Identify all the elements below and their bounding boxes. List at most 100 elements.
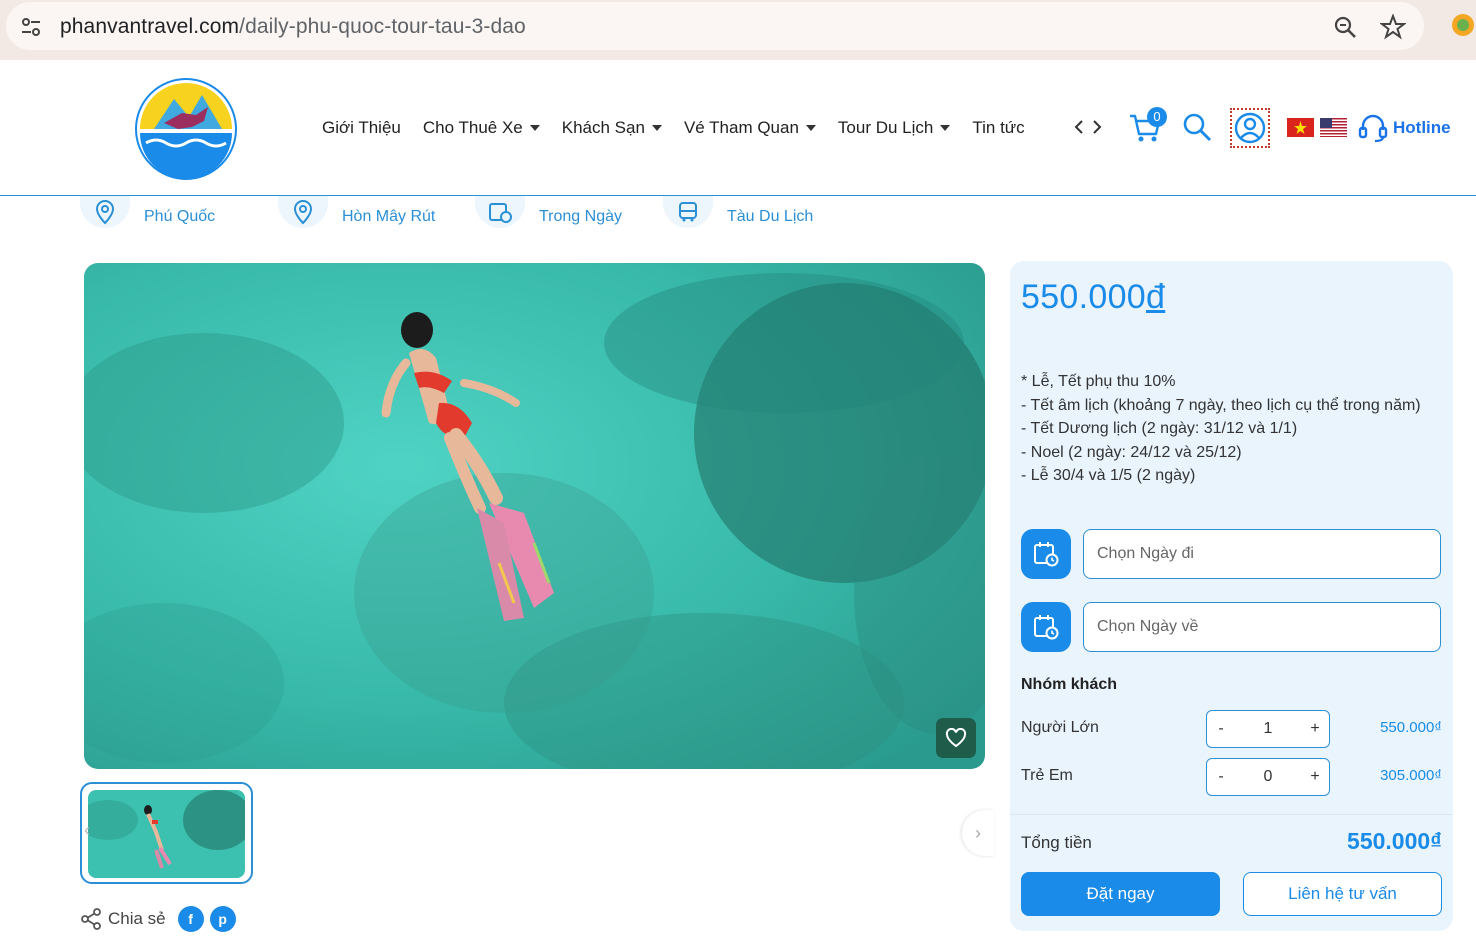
- site-info-icon[interactable]: [20, 16, 42, 38]
- tag-icon-wrap: [80, 196, 130, 228]
- hotline-label: Hotline: [1393, 118, 1451, 137]
- share-row: Chia sẻ f p: [80, 906, 236, 932]
- site-header: Giới Thiệu Cho Thuê Xe Khách Sạn Vé Tham…: [0, 60, 1476, 196]
- nav-item-car-rental[interactable]: Cho Thuê Xe: [423, 118, 540, 138]
- caret-down-icon: [529, 125, 540, 131]
- adult-quantity-stepper: - 1 +: [1206, 710, 1330, 748]
- guest-group-title: Nhóm khách: [1021, 676, 1118, 693]
- tag-transport: Tàu Du Lịch: [663, 196, 813, 228]
- nav-label: Vé Tham Quan: [683, 118, 799, 137]
- bus-icon: [679, 202, 697, 222]
- nav-scroll-arrows-icon[interactable]: [1072, 116, 1104, 138]
- price-value: 550.000: [1021, 278, 1147, 316]
- depart-date-row: Chọn Ngày đi: [1021, 529, 1441, 579]
- tag-label: Tàu Du Lịch: [727, 208, 814, 225]
- extension-icon[interactable]: [1450, 12, 1476, 38]
- price-currency: đ: [1146, 278, 1166, 316]
- quantity-value[interactable]: 0: [1227, 768, 1309, 786]
- vietnamese-flag-icon[interactable]: [1287, 118, 1314, 137]
- total-value: 550.000₫: [1347, 828, 1442, 854]
- adult-price: 550.000₫: [1380, 719, 1442, 736]
- nav-item-tours[interactable]: Tour Du Lịch: [837, 118, 951, 138]
- nav-item-about[interactable]: Giới Thiệu: [322, 118, 401, 138]
- caret-down-icon: [940, 125, 951, 131]
- contact-advice-button[interactable]: Liên hệ tư vấn: [1243, 872, 1442, 916]
- location-pin-icon: [293, 199, 313, 225]
- panel-divider: [1010, 814, 1453, 815]
- us-flag-icon[interactable]: [1320, 118, 1347, 137]
- child-label: Trẻ Em: [1021, 767, 1073, 784]
- url-text[interactable]: phanvantravel.com/daily-phu-quoc-tour-ta…: [60, 15, 526, 39]
- tag-icon-wrap: [475, 196, 525, 228]
- calendar-clock-icon: [1034, 615, 1059, 640]
- tag-label: Phú Quốc: [144, 208, 216, 225]
- note-line: - Tết Dương lịch (2 ngày: 31/12 và 1/1): [1021, 420, 1298, 437]
- snorkeler-thumbnail: [88, 790, 245, 878]
- child-quantity-stepper: - 0 +: [1206, 758, 1330, 796]
- nav-item-tickets[interactable]: Vé Tham Quan: [684, 118, 816, 138]
- caret-down-icon: [651, 125, 662, 131]
- calendar-clock-icon: [489, 203, 512, 223]
- user-icon[interactable]: [1234, 112, 1266, 144]
- bookmark-star-icon[interactable]: [1380, 14, 1406, 40]
- return-date-input[interactable]: Chọn Ngày về: [1083, 602, 1441, 652]
- caret-down-icon: [805, 125, 816, 131]
- note-line: - Noel (2 ngày: 24/12 và 25/12): [1021, 443, 1242, 461]
- snorkeler-photo: [84, 263, 985, 769]
- nav-item-hotels[interactable]: Khách Sạn: [562, 118, 662, 138]
- hotline-link[interactable]: Hotline: [1357, 112, 1451, 144]
- increment-button[interactable]: +: [1309, 720, 1321, 738]
- note-line: - Tết âm lịch (khoảng 7 ngày, theo lịch …: [1021, 396, 1421, 414]
- location-pin-icon: [95, 199, 115, 225]
- stripes-icon: [1320, 118, 1347, 137]
- tag-icon-wrap: [278, 196, 328, 228]
- search-icon[interactable]: [1182, 112, 1212, 142]
- facebook-share-button[interactable]: f: [177, 906, 204, 932]
- url-path: /daily-phu-quoc-tour-tau-3-dao: [239, 15, 526, 38]
- nav-label: Khách Sạn: [561, 118, 645, 137]
- url-domain: phanvantravel.com: [60, 15, 240, 38]
- nav-label: Tin tức: [972, 118, 1025, 137]
- tag-destination: Hòn Mây Rút: [278, 196, 435, 228]
- nav-label: Cho Thuê Xe: [422, 118, 523, 137]
- main-nav: Giới Thiệu Cho Thuê Xe Khách Sạn Vé Tham…: [322, 118, 1047, 138]
- thumbnail-photo: [88, 790, 245, 878]
- tour-main-photo[interactable]: [84, 263, 985, 769]
- company-logo[interactable]: [134, 77, 238, 181]
- nav-label: Giới Thiệu: [322, 118, 401, 137]
- child-price: 305.000₫: [1380, 767, 1442, 784]
- depart-date-input[interactable]: Chọn Ngày đi: [1083, 529, 1441, 579]
- book-now-button[interactable]: Đặt ngay: [1021, 872, 1220, 916]
- address-bar[interactable]: phanvantravel.com/daily-phu-quoc-tour-ta…: [6, 2, 1424, 50]
- pinterest-share-button[interactable]: p: [209, 906, 236, 932]
- tag-location: Phú Quốc: [80, 196, 215, 228]
- tag-icon-wrap: [663, 196, 713, 228]
- tag-label: Trong Ngày: [539, 208, 622, 225]
- nav-label: Tour Du Lịch: [837, 118, 934, 137]
- total-label: Tổng tiền: [1021, 833, 1092, 852]
- note-line: * Lễ, Tết phụ thu 10%: [1021, 373, 1176, 390]
- adult-label: Người Lớn: [1021, 719, 1099, 736]
- star-icon: [1294, 121, 1307, 134]
- decrement-button[interactable]: -: [1215, 720, 1227, 738]
- thumbnail-prev-arrow[interactable]: ‹: [84, 820, 96, 842]
- share-label: Chia sẻ: [108, 909, 166, 928]
- decrement-button[interactable]: -: [1215, 768, 1227, 786]
- zoom-icon[interactable]: [1332, 14, 1358, 40]
- increment-button[interactable]: +: [1309, 768, 1321, 786]
- depart-calendar-button[interactable]: [1021, 529, 1071, 579]
- return-calendar-button[interactable]: [1021, 602, 1071, 652]
- nav-item-news[interactable]: Tin tức: [972, 118, 1024, 138]
- tag-label: Hòn Mây Rút: [342, 208, 436, 225]
- tour-price: 550.000đ: [1021, 278, 1165, 317]
- browser-toolbar: phanvantravel.com/daily-phu-quoc-tour-ta…: [0, 0, 1476, 60]
- calendar-clock-icon: [1034, 542, 1059, 567]
- heart-icon: [945, 728, 967, 748]
- quantity-value[interactable]: 1: [1227, 720, 1309, 738]
- note-line: - Lễ 30/4 và 1/5 (2 ngày): [1021, 467, 1196, 484]
- favorite-button[interactable]: [936, 718, 976, 758]
- thumbnail-item[interactable]: [80, 782, 253, 884]
- thumbnail-next-arrow[interactable]: ›: [962, 810, 994, 856]
- cart-count-badge: 0: [1147, 107, 1167, 127]
- headset-icon: [1358, 114, 1388, 143]
